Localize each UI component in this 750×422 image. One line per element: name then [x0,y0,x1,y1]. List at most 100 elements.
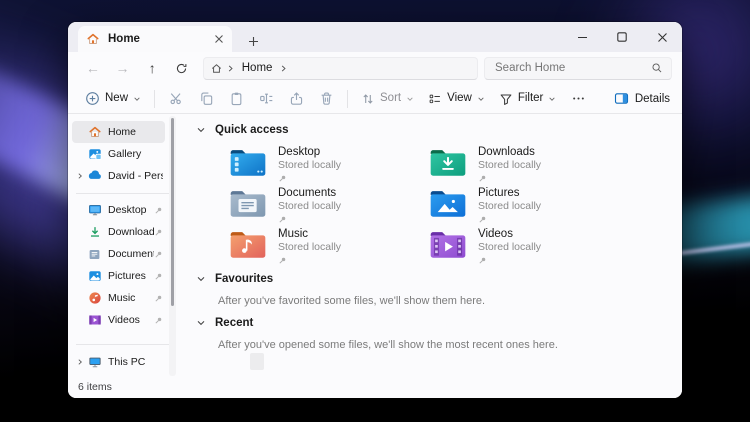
share-button[interactable] [281,87,311,111]
downloads-folder-icon [428,146,468,179]
pin-icon [154,250,163,259]
address-home-icon[interactable] [210,62,223,75]
chevron-down-icon[interactable] [196,274,206,284]
filter-button[interactable]: Filter [492,87,564,111]
sidebar-item-label: This PC [108,356,163,368]
tab-title: Home [108,33,214,45]
search-icon[interactable] [651,62,663,74]
gallery-icon [87,146,102,161]
file-explorer-window: Home ← → [68,22,682,398]
chevron-down-icon [548,95,556,103]
sidebar-separator [76,193,173,194]
details-button[interactable]: Details [614,91,670,106]
quick-access-item-music[interactable]: Music Stored locally [228,227,428,268]
copy-button[interactable] [191,87,221,111]
see-more-button[interactable] [563,87,593,111]
new-button[interactable]: New [78,87,148,111]
quick-access-header[interactable]: Quick access [196,124,289,136]
back-button[interactable]: ← [78,55,108,81]
sidebar-item-downloads[interactable]: Downloads [72,222,165,244]
pin-icon [154,272,163,281]
new-plus-icon [85,91,100,106]
new-tab-button[interactable] [248,36,259,47]
sort-button[interactable]: Sort [354,87,421,111]
pin-icon [154,294,163,303]
quick-access-item-pictures[interactable]: Pictures Stored locally [428,186,628,227]
sidebar-scrollbar-thumb[interactable] [171,118,174,306]
sidebar-item-label: Documents [108,248,154,260]
sidebar-item-label: Videos [108,314,154,326]
sidebar-item-this-pc[interactable]: This PC [72,351,165,373]
maximize-button[interactable] [602,22,642,52]
videos-icon [87,313,102,328]
rename-button[interactable] [251,87,281,111]
quick-access-item-downloads[interactable]: Downloads Stored locally [428,145,628,186]
delete-button[interactable] [311,87,341,111]
pin-icon [278,174,341,183]
minimize-button[interactable] [562,22,602,52]
content-pane: Quick access [183,114,682,376]
pin-icon [278,256,341,265]
quick-access-item-documents[interactable]: Documents Stored locally [228,186,428,227]
quick-access-item-videos[interactable]: Videos Stored locally [428,227,628,268]
forward-button[interactable]: → [108,55,138,81]
home-tab-icon [86,32,100,46]
chevron-down-icon[interactable] [196,318,206,328]
documents-folder-icon [228,187,268,220]
item-name: Downloads [478,145,541,159]
view-button[interactable]: View [421,87,492,111]
breadcrumb-chevron-icon[interactable] [279,64,288,73]
cut-button[interactable] [161,87,191,111]
sidebar-item-pictures[interactable]: Pictures [72,266,165,288]
pin-icon [478,174,541,183]
title-bar: Home [68,22,682,52]
music-icon [87,291,102,306]
sidebar-item-label: David - Persona [108,170,163,182]
tab-close-icon[interactable] [214,34,224,44]
expand-chevron-icon[interactable] [72,172,87,180]
sidebar-separator [76,344,173,345]
chevron-down-icon [477,95,485,103]
item-status: Stored locally [278,200,341,213]
quick-access-item-desktop[interactable]: Desktop Stored locally [228,145,428,186]
sidebar-item-gallery[interactable]: Gallery [72,143,165,165]
up-button[interactable]: ↑ [137,55,167,81]
scrollbar-corner [250,353,264,370]
item-status: Stored locally [478,241,541,254]
videos-folder-icon [428,228,468,261]
sidebar-item-videos[interactable]: Videos [72,310,165,332]
sidebar-item-label: Downloads [108,226,154,238]
document-icon [87,247,102,262]
chevron-down-icon [406,95,414,103]
status-bar: 6 items [68,376,682,398]
pictures-folder-icon [428,187,468,220]
search-input[interactable] [493,61,651,75]
sidebar-item-desktop[interactable]: Desktop [72,200,165,222]
desktop-icon [87,203,102,218]
desktop: Home ← → [0,0,750,422]
quick-access-grid: Desktop Stored locally [228,145,628,268]
window-controls [562,22,682,52]
sidebar-item-home[interactable]: Home [72,121,165,143]
sidebar-item-label: Music [108,292,154,304]
item-count: 6 items [78,381,112,393]
item-status: Stored locally [478,159,541,172]
item-name: Videos [478,227,541,241]
sidebar-item-documents[interactable]: Documents [72,244,165,266]
explorer-tab-home[interactable]: Home [78,26,232,52]
close-button[interactable] [642,22,682,52]
address-bar[interactable]: Home [203,57,478,80]
recent-header[interactable]: Recent [196,317,253,329]
pin-icon [154,316,163,325]
chevron-down-icon[interactable] [196,125,206,135]
expand-chevron-icon[interactable] [72,358,87,366]
sidebar-item-onedrive[interactable]: David - Persona [72,165,165,187]
command-bar: New [68,84,682,114]
refresh-button[interactable] [167,55,197,81]
search-box[interactable] [484,57,672,80]
sidebar-item-label: Gallery [108,148,163,160]
paste-button[interactable] [221,87,251,111]
favourites-header[interactable]: Favourites [196,273,273,285]
breadcrumb-home[interactable]: Home [238,62,277,74]
sidebar-item-music[interactable]: Music [72,288,165,310]
